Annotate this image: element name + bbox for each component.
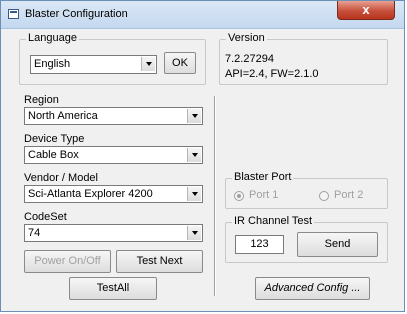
vendor-model-label: Vendor / Model <box>24 172 98 184</box>
close-button[interactable]: x <box>337 1 395 20</box>
device-type-select[interactable]: Cable Box <box>24 146 203 164</box>
advanced-config-label: Advanced Config ... <box>264 282 361 294</box>
send-button[interactable]: Send <box>297 232 378 257</box>
port1-radio[interactable] <box>234 191 244 201</box>
window-title: Blaster Configuration <box>25 8 128 20</box>
region-label: Region <box>24 94 59 106</box>
chevron-down-icon[interactable] <box>141 57 155 71</box>
test-next-button[interactable]: Test Next <box>116 250 203 273</box>
channel-input[interactable]: 123 <box>235 235 284 254</box>
language-legend: Language <box>26 32 79 44</box>
send-label: Send <box>324 238 351 250</box>
vendor-model-value: Sci-Atlanta Explorer 4200 <box>28 188 153 200</box>
api-fw-version: API=2.4, FW=2.1.0 <box>225 68 319 80</box>
version-legend: Version <box>226 32 267 44</box>
language-select[interactable]: English <box>30 55 157 74</box>
ir-channel-test-legend: IR Channel Test <box>232 215 315 227</box>
power-on-off-button[interactable]: Power On/Off <box>24 250 111 273</box>
port1-label: Port 1 <box>249 189 279 201</box>
ok-button[interactable]: OK <box>164 52 196 74</box>
blaster-config-window: Blaster Configuration x Language English… <box>0 0 405 312</box>
region-select[interactable]: North America <box>24 107 203 125</box>
test-all-label: TestAll <box>96 282 130 294</box>
codeset-value: 74 <box>28 227 41 239</box>
blaster-port-legend: Blaster Port <box>232 171 294 183</box>
advanced-config-button[interactable]: Advanced Config ... <box>255 277 370 300</box>
port2-radio[interactable] <box>319 191 329 201</box>
chevron-down-icon[interactable] <box>187 187 201 201</box>
chevron-down-icon[interactable] <box>187 226 201 240</box>
channel-value: 123 <box>250 238 269 250</box>
port2-label: Port 2 <box>334 189 364 201</box>
chevron-down-icon[interactable] <box>187 109 201 123</box>
vertical-separator <box>214 96 216 296</box>
language-value: English <box>34 58 71 70</box>
app-window-icon <box>8 9 19 19</box>
close-icon: x <box>362 2 370 17</box>
test-all-button[interactable]: TestAll <box>69 277 157 300</box>
title-bar[interactable]: Blaster Configuration x <box>1 1 404 29</box>
codeset-label: CodeSet <box>24 211 67 223</box>
vendor-model-select[interactable]: Sci-Atlanta Explorer 4200 <box>24 185 203 203</box>
chevron-down-icon[interactable] <box>187 148 201 162</box>
test-next-label: Test Next <box>136 255 183 267</box>
power-button-label: Power On/Off <box>34 255 101 267</box>
codeset-select[interactable]: 74 <box>24 224 203 242</box>
device-type-label: Device Type <box>24 133 85 145</box>
device-type-value: Cable Box <box>28 149 79 161</box>
ok-button-label: OK <box>172 57 188 69</box>
region-value: North America <box>28 110 98 122</box>
version-number: 7.2.27294 <box>225 53 274 65</box>
